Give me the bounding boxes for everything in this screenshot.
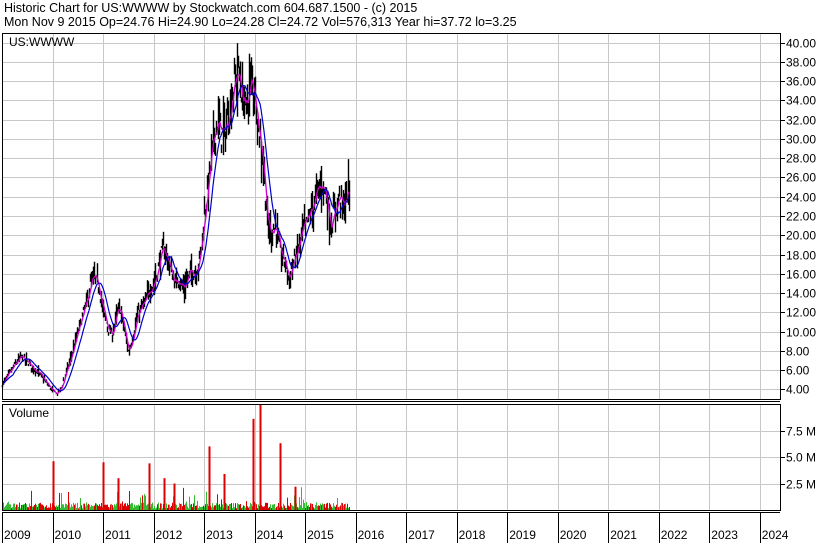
year-tick-label: 2011 <box>105 528 131 542</box>
price-tick-label: 38.00 <box>786 56 816 70</box>
price-tick-label: 4.00 <box>786 383 810 397</box>
year-tick-label: 2016 <box>358 528 385 542</box>
price-tick-label: 28.00 <box>786 152 816 166</box>
price-tick-label: 32.00 <box>786 114 816 128</box>
price-panel-label: US:WWWW <box>9 35 75 49</box>
price-tick-label: 26.00 <box>786 171 816 185</box>
price-tick-label: 16.00 <box>786 268 816 282</box>
year-tick-label: 2017 <box>408 528 435 542</box>
volume-tick-label: 7.5 M <box>786 425 816 439</box>
chart-frame <box>2 33 781 513</box>
price-tick-label: 10.00 <box>786 326 816 340</box>
year-tick-label: 2022 <box>661 528 688 542</box>
year-tick-label: 2021 <box>610 528 637 542</box>
price-tick-label: 40.00 <box>786 37 816 51</box>
price-tick-label: 18.00 <box>786 249 816 263</box>
year-tick-label: 2015 <box>307 528 334 542</box>
volume-panel-label: Volume <box>9 406 49 420</box>
year-tick-label: 2012 <box>156 528 183 542</box>
price-tick-label: 8.00 <box>786 345 810 359</box>
price-tick-label: 22.00 <box>786 210 816 224</box>
year-tick-label: 2013 <box>206 528 233 542</box>
axis-ticks: 40.00 38.00 36.00 34.00 32.00 30.00 28.00 26.00… <box>2 37 816 543</box>
grid <box>2 33 780 510</box>
volume-tick-label: 2.5 M <box>786 478 816 492</box>
price-tick-label: 20.00 <box>786 229 816 243</box>
price-tick-label: 30.00 <box>786 133 816 147</box>
year-tick-label: 2019 <box>509 528 536 542</box>
year-tick-label: 2014 <box>257 528 284 542</box>
year-tick-label: 2024 <box>762 528 789 542</box>
stock-chart: 40.00 38.00 36.00 34.00 32.00 30.00 28.00 26.00… <box>1 33 816 543</box>
price-tick-label: 24.00 <box>786 191 816 205</box>
price-tick-label: 34.00 <box>786 94 816 108</box>
year-tick-label: 2010 <box>55 528 82 542</box>
price-tick-label: 14.00 <box>786 287 816 301</box>
year-tick-label: 2018 <box>459 528 486 542</box>
year-tick-label: 2020 <box>560 528 587 542</box>
volume-tick-label: 5.0 M <box>786 451 816 465</box>
price-tick-label: 12.00 <box>786 306 816 320</box>
price-tick-label: 36.00 <box>786 75 816 89</box>
year-tick-label: 2009 <box>4 528 31 542</box>
price-bars <box>1 43 351 396</box>
year-tick-label: 2023 <box>711 528 738 542</box>
price-tick-label: 6.00 <box>786 364 810 378</box>
